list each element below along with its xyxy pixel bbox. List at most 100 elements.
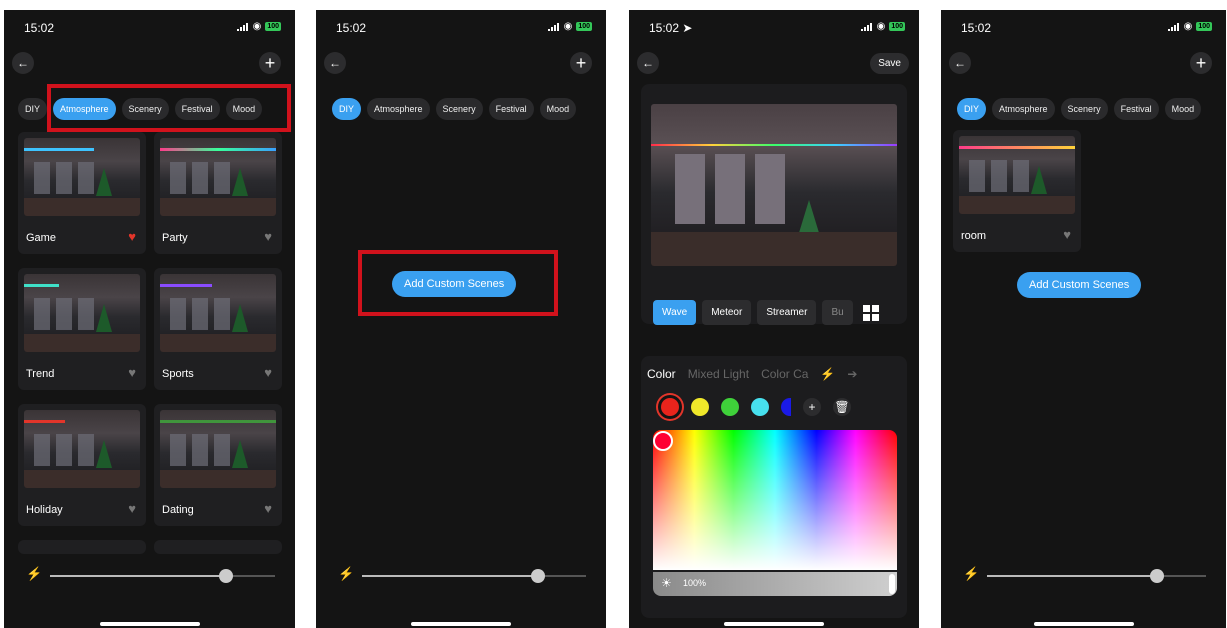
scene-thumbnail — [24, 410, 140, 488]
heart-icon[interactable]: ♥ — [1063, 227, 1071, 242]
swatch-blue[interactable] — [781, 398, 791, 416]
scene-card-room[interactable]: room ♥ — [953, 130, 1081, 252]
phone-screen-diy-empty: 15:02 ◉ 100 ← + DIY Atmosphere Scenery F… — [316, 10, 606, 628]
scene-label: room — [961, 230, 987, 242]
back-button[interactable]: ← — [12, 52, 34, 74]
add-color-button[interactable]: + — [803, 398, 821, 416]
category-tabs: DIY Atmosphere Scenery Festival Mood — [332, 98, 577, 120]
tab-mood[interactable]: Mood — [539, 98, 577, 120]
room-preview-image — [651, 104, 897, 266]
add-custom-scenes-button[interactable]: Add Custom Scenes — [1017, 272, 1142, 298]
tab-color[interactable]: Color — [647, 367, 676, 381]
preview-panel — [641, 84, 907, 324]
swatch-yellow[interactable] — [691, 398, 709, 416]
add-button[interactable]: + — [1190, 52, 1212, 74]
scene-label: Party — [162, 232, 188, 244]
tab-mixed-light[interactable]: Mixed Light — [688, 367, 749, 381]
back-arrow-icon: ← — [954, 56, 966, 70]
battery-icon: 100 — [889, 22, 905, 31]
scene-thumbnail — [24, 138, 140, 216]
scene-label: Dating — [162, 504, 194, 516]
status-icons: ◉ 100 — [860, 21, 905, 31]
scene-card-dating[interactable]: Dating ♥ — [154, 404, 282, 526]
heart-icon[interactable]: ♥ — [264, 229, 272, 244]
brightness-slider[interactable]: ⚡ — [26, 566, 275, 583]
highlight-box — [47, 84, 291, 132]
brightness-bar[interactable]: ☀ 100% — [653, 572, 897, 596]
scene-label: Game — [26, 232, 56, 244]
tab-atmosphere[interactable]: Atmosphere — [367, 98, 430, 120]
mode-selector: Wave Meteor Streamer Bu — [653, 300, 879, 325]
add-custom-scenes-button[interactable]: Add Custom Scenes — [392, 271, 517, 297]
save-button[interactable]: Save — [870, 53, 909, 74]
slider-knob[interactable] — [219, 569, 233, 583]
tab-festival[interactable]: Festival — [1113, 98, 1159, 120]
scene-thumbnail — [160, 138, 276, 216]
tab-color-card[interactable]: Color Ca — [761, 367, 808, 381]
wifi-icon: ◉ — [252, 20, 262, 32]
lightning-icon: ⚡ — [26, 566, 43, 581]
heart-icon[interactable]: ♥ — [128, 365, 136, 380]
tab-diy[interactable]: DIY — [332, 98, 362, 120]
status-time: 15:02 — [961, 21, 992, 35]
back-arrow-icon: ← — [329, 56, 341, 70]
brightness-slider[interactable]: ⚡ — [963, 566, 1206, 583]
color-picker[interactable] — [653, 430, 897, 570]
picker-cursor[interactable] — [653, 431, 673, 451]
scene-thumbnail — [160, 410, 276, 488]
slider-fill — [362, 575, 538, 577]
slider-knob[interactable] — [531, 569, 545, 583]
back-button[interactable]: ← — [949, 52, 971, 74]
tab-scenery[interactable]: Scenery — [1060, 98, 1108, 120]
mode-streamer[interactable]: Streamer — [757, 300, 817, 325]
back-button[interactable]: ← — [637, 52, 659, 74]
category-tabs: DIY Atmosphere Scenery Festival Mood — [957, 98, 1202, 120]
battery-icon: 100 — [576, 22, 592, 31]
mode-meteor[interactable]: Meteor — [702, 300, 752, 325]
wifi-icon: ◉ — [563, 20, 573, 32]
mode-bu[interactable]: Bu — [822, 300, 853, 325]
swatch-green[interactable] — [721, 398, 739, 416]
color-tabs: Color Mixed Light Color Ca ⚡ ➔ — [647, 367, 857, 381]
tab-mood[interactable]: Mood — [1164, 98, 1202, 120]
location-arrow-icon: ➤ — [682, 21, 693, 35]
plus-icon: + — [264, 53, 276, 73]
brightness-handle[interactable] — [889, 574, 895, 594]
scene-card-game[interactable]: Game ♥ — [18, 132, 146, 254]
heart-icon[interactable]: ♥ — [128, 501, 136, 516]
scene-card-partial[interactable] — [18, 540, 146, 554]
heart-icon[interactable]: ♥ — [264, 501, 272, 516]
add-button[interactable]: + — [570, 52, 592, 74]
tab-diy[interactable]: DIY — [957, 98, 987, 120]
sun-icon: ☀ — [661, 576, 672, 590]
scene-card-partial[interactable] — [154, 540, 282, 554]
mode-wave[interactable]: Wave — [653, 300, 697, 325]
trash-icon[interactable]: 🗑 — [833, 398, 851, 416]
brightness-slider[interactable]: ⚡ — [338, 566, 586, 583]
scene-card-sports[interactable]: Sports ♥ — [154, 268, 282, 390]
wifi-icon: ◉ — [1183, 20, 1193, 32]
scene-card-trend[interactable]: Trend ♥ — [18, 268, 146, 390]
scene-card-party[interactable]: Party ♥ — [154, 132, 282, 254]
phone-screen-editor: 15:02 ➤ ◉ 100 ← Save Wave Meteor Streame… — [629, 10, 919, 628]
home-indicator — [411, 622, 511, 626]
signal-icon — [547, 22, 560, 31]
swatch-cyan[interactable] — [751, 398, 769, 416]
effect-settings-icon[interactable]: ⚡ — [820, 367, 835, 381]
heart-icon[interactable]: ♥ — [128, 229, 136, 244]
tab-scenery[interactable]: Scenery — [435, 98, 483, 120]
lightning-icon: ⚡ — [963, 566, 980, 581]
signal-icon — [1167, 22, 1180, 31]
grid-icon[interactable] — [862, 304, 879, 321]
add-button[interactable]: + — [259, 52, 281, 74]
swatch-red[interactable] — [661, 398, 679, 416]
scene-label: Sports — [162, 368, 194, 380]
arrow-right-icon[interactable]: ➔ — [847, 367, 857, 381]
tab-atmosphere[interactable]: Atmosphere — [992, 98, 1055, 120]
tab-diy[interactable]: DIY — [18, 98, 48, 120]
tab-festival[interactable]: Festival — [488, 98, 534, 120]
scene-card-holiday[interactable]: Holiday ♥ — [18, 404, 146, 526]
back-button[interactable]: ← — [324, 52, 346, 74]
slider-knob[interactable] — [1150, 569, 1164, 583]
heart-icon[interactable]: ♥ — [264, 365, 272, 380]
